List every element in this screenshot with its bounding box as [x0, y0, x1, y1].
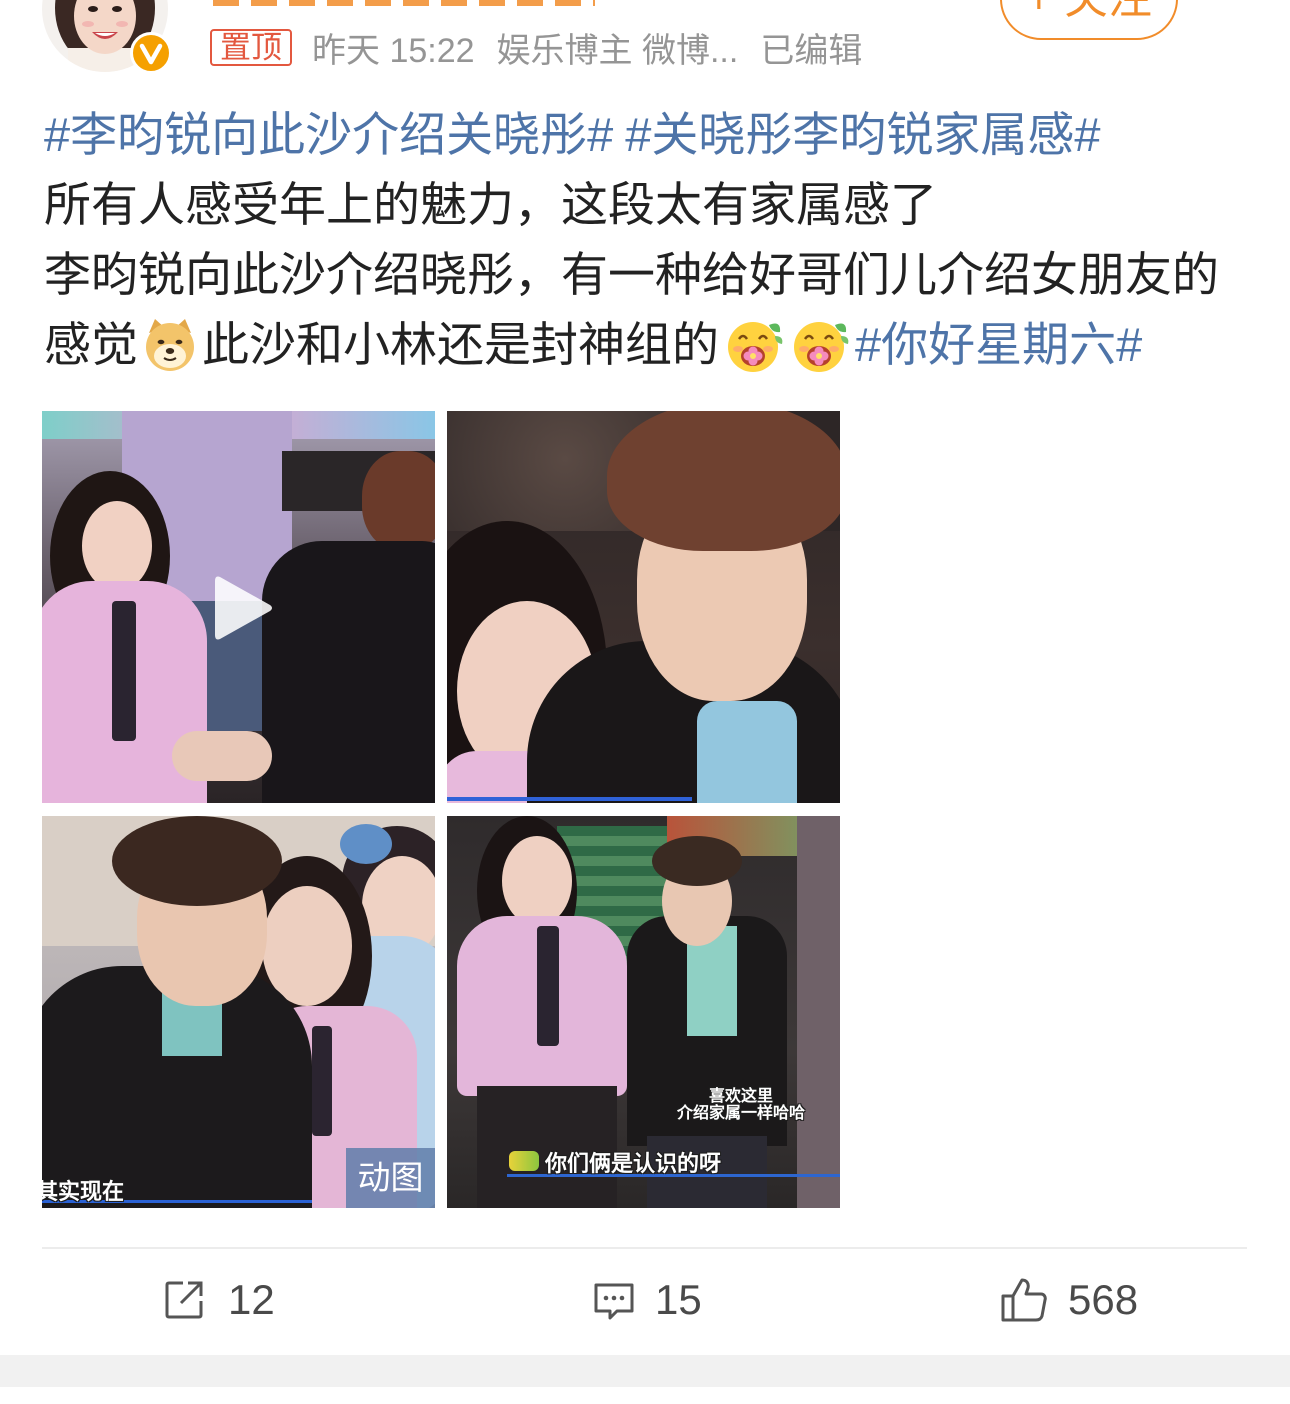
pinned-badge: 置顶 [210, 28, 292, 66]
weibo-post: + 关注 置顶 昨天 15:22 娱乐博主 微博... 已编辑 #李昀锐向此沙介… [0, 0, 1290, 1404]
thumbs-up-icon[interactable] [1000, 1277, 1048, 1323]
post-image-3[interactable]: 其实现在 动图 [42, 816, 435, 1208]
hashtag-link-2[interactable]: #关晓彤李昀锐家属感# [625, 100, 1100, 170]
feed-separator [0, 1355, 1290, 1387]
share-count[interactable]: 12 [228, 1276, 275, 1324]
post-time: 昨天 15:22 [312, 31, 475, 70]
post-source: 娱乐博主 微博... [496, 31, 739, 70]
post-line-hashtags: #李昀锐向此沙介绍关晓彤# #关晓彤李昀锐家属感# [44, 100, 1101, 170]
photo-art [502, 836, 572, 926]
photo-art [362, 451, 435, 551]
hashtag-link-3[interactable]: #你好星期六# [855, 310, 1142, 380]
photo-art [262, 541, 435, 803]
photo-art [697, 701, 797, 803]
video-progress-line [447, 797, 692, 801]
play-icon[interactable] [210, 571, 276, 645]
post-image-4[interactable]: 喜欢这里 介绍家属一样哈哈 你们俩是认识的呀 [447, 816, 840, 1208]
gif-badge: 动图 [346, 1148, 435, 1208]
like-count[interactable]: 568 [1068, 1276, 1138, 1324]
flower-face-emoji-icon [791, 316, 851, 374]
post-line-3-middle: 此沙和小林还是封神组的 [202, 318, 719, 371]
post-line-1: 所有人感受年上的魅力，这段太有家属感了 [44, 178, 937, 231]
post-line-3-start: 感觉 [44, 318, 138, 371]
post-line-3: 感觉 此沙和小林还是封神组的 #你好星期六# [44, 310, 1142, 380]
photo-art [607, 411, 840, 551]
photo-art [797, 816, 840, 1208]
divider [42, 1247, 1247, 1249]
photo-art [537, 926, 559, 1046]
flower-face-emoji-icon [725, 316, 785, 374]
hashtag-link-1[interactable]: #李昀锐向此沙介绍关晓彤# [44, 100, 613, 170]
post-line-2: 李昀锐向此沙介绍晓彤，有一种给好哥们儿介绍女朋友的 [44, 248, 1219, 301]
media-grid: 其实现在 动图 喜欢这里 介绍家属一样哈哈 你们俩是认识的呀 [42, 411, 840, 1208]
photo-art [112, 816, 282, 906]
photo-art [312, 1026, 332, 1136]
photo-art [112, 601, 136, 741]
subtitle-caption: 其实现在 [42, 1179, 125, 1204]
share-icon[interactable] [163, 1279, 205, 1321]
post-image-2[interactable] [447, 411, 840, 803]
subtitle-bullet-icon [509, 1151, 539, 1171]
photo-art [172, 731, 272, 781]
post-meta: 置顶 昨天 15:22 娱乐博主 微博... 已编辑 [210, 27, 862, 70]
comment-icon[interactable] [593, 1281, 635, 1321]
subtitle-caption: 你们俩是认识的呀 [545, 1151, 722, 1176]
verified-badge-icon [129, 31, 173, 75]
username-cropped[interactable] [213, 0, 595, 6]
comment-count[interactable]: 15 [655, 1276, 702, 1324]
photo-art [340, 824, 392, 864]
post-text: #李昀锐向此沙介绍关晓彤# #关晓彤李昀锐家属感# 所有人感受年上的魅力，这段太… [44, 100, 1264, 390]
photo-art [652, 836, 742, 886]
post-image-1[interactable] [42, 411, 435, 803]
subtitle-caption: 介绍家属一样哈哈 [677, 1105, 806, 1122]
follow-button[interactable]: + 关注 [1000, 0, 1178, 40]
edited-label[interactable]: 已编辑 [760, 23, 862, 72]
photo-art [82, 501, 152, 591]
doge-emoji-icon [142, 317, 198, 373]
